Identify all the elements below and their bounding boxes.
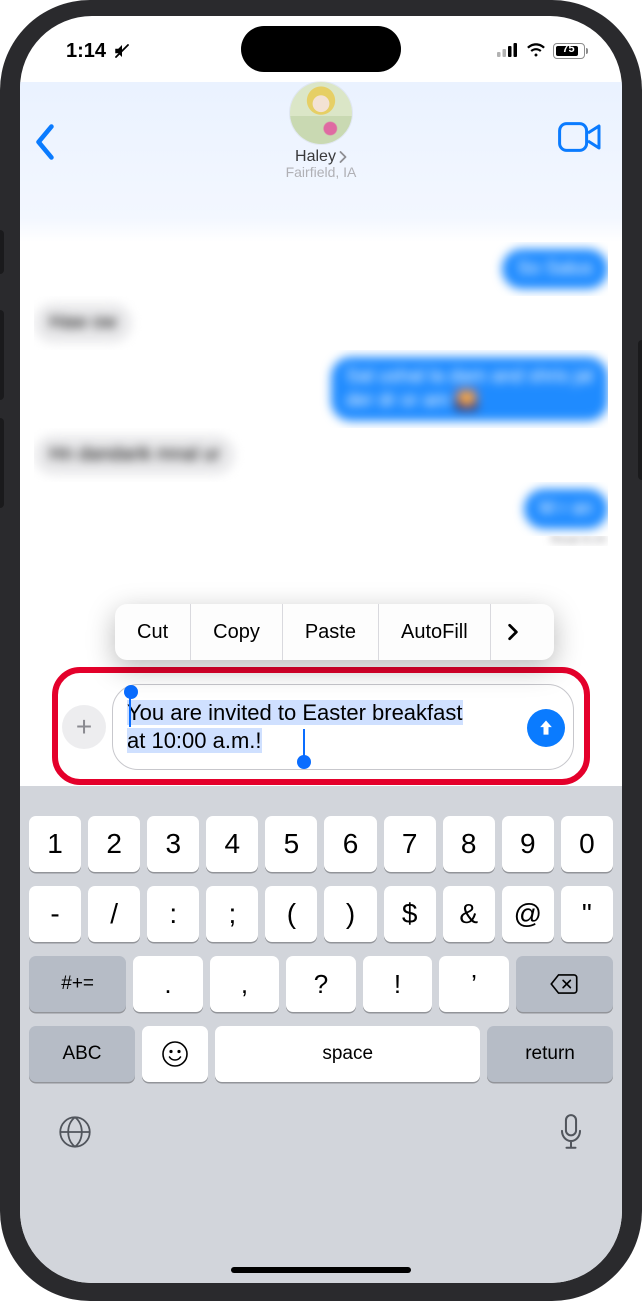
back-button[interactable] (34, 124, 56, 165)
keyboard-bottom-bar (20, 1096, 622, 1157)
key-8[interactable]: 8 (443, 816, 495, 872)
cellular-icon (497, 40, 519, 63)
selection-end-handle[interactable] (297, 755, 311, 769)
side-button-vol-up (0, 310, 4, 400)
silent-mode-icon (112, 42, 132, 60)
screen: 1:14 75 (20, 16, 622, 1283)
key-1[interactable]: 1 (29, 816, 81, 872)
key-0[interactable]: 0 (561, 816, 613, 872)
edit-menu-paste[interactable]: Paste (283, 604, 379, 660)
key-question[interactable]: ? (286, 956, 355, 1012)
key-apostrophe[interactable]: ’ (439, 956, 508, 1012)
edit-menu-cut[interactable]: Cut (115, 604, 191, 660)
key-2[interactable]: 2 (88, 816, 140, 872)
key-colon[interactable]: : (147, 886, 199, 942)
contact-avatar[interactable] (290, 82, 352, 144)
contact-location-label: Fairfield, IA (20, 164, 622, 180)
message-input[interactable]: You are invited to Easter breakfast at 1… (112, 684, 574, 770)
key-5[interactable]: 5 (265, 816, 317, 872)
key-period[interactable]: . (133, 956, 202, 1012)
status-time: 1:14 (66, 40, 106, 63)
dynamic-island (241, 26, 401, 72)
sent-message-bubble[interactable]: M r an (524, 489, 608, 529)
send-button[interactable] (527, 709, 565, 747)
key-slash[interactable]: / (88, 886, 140, 942)
key-6[interactable]: 6 (324, 816, 376, 872)
sent-message-bubble[interactable]: So Salus (502, 249, 608, 289)
message-input-text[interactable]: You are invited to Easter breakfast at 1… (127, 699, 463, 755)
key-exclaim[interactable]: ! (363, 956, 432, 1012)
wifi-icon (525, 40, 547, 63)
home-indicator[interactable] (231, 1267, 411, 1273)
key-9[interactable]: 9 (502, 816, 554, 872)
received-message-bubble[interactable]: Hn dandarik mnal ur (34, 435, 235, 475)
key-at[interactable]: @ (502, 886, 554, 942)
selected-text-line2: at 10:00 a.m.! (127, 728, 262, 753)
key-abc-mode[interactable]: ABC (29, 1026, 135, 1082)
key-amp[interactable]: & (443, 886, 495, 942)
message-status-label: Read 8:24 (551, 536, 606, 546)
battery-percent: 75 (554, 43, 584, 55)
key-rparen[interactable]: ) (324, 886, 376, 942)
battery-icon: 75 (553, 43, 589, 59)
key-space[interactable]: space (215, 1026, 480, 1082)
selected-text-line1: You are invited to Easter breakfast (127, 700, 463, 725)
phone-chrome: 1:14 75 (0, 0, 642, 1301)
key-dollar[interactable]: $ (384, 886, 436, 942)
compose-area-highlight: + You are invited to Easter breakfast at… (52, 667, 590, 785)
edit-menu-more[interactable] (491, 604, 535, 660)
selection-caret-start (129, 697, 131, 727)
keyboard-row-1: 1 2 3 4 5 6 7 8 9 0 (20, 816, 622, 872)
dictation-mic-icon[interactable] (558, 1114, 584, 1155)
text-edit-menu: Cut Copy Paste AutoFill (115, 604, 554, 660)
facetime-video-button[interactable] (558, 122, 602, 157)
key-3[interactable]: 3 (147, 816, 199, 872)
side-button-power (638, 340, 642, 480)
key-comma[interactable]: , (210, 956, 279, 1012)
key-return[interactable]: return (487, 1026, 613, 1082)
add-attachment-button[interactable]: + (62, 705, 106, 749)
message-list[interactable]: So Salus Haw ow Sal ushal la dam and shr… (20, 242, 622, 552)
selection-start-handle[interactable] (124, 685, 138, 699)
keyboard: 1 2 3 4 5 6 7 8 9 0 - / : ; ( ) $ & @ (20, 786, 622, 1283)
conversation-header: Haley Fairfield, IA (20, 82, 622, 242)
key-symbols-mode[interactable]: #+= (29, 956, 126, 1012)
side-button-silence (0, 230, 4, 274)
key-quote[interactable]: " (561, 886, 613, 942)
sent-message-bubble[interactable]: Sal ushal la dam and shris jalder dr or … (331, 357, 608, 421)
key-delete[interactable] (516, 956, 613, 1012)
edit-menu-copy[interactable]: Copy (191, 604, 283, 660)
key-7[interactable]: 7 (384, 816, 436, 872)
side-button-vol-down (0, 418, 4, 508)
key-lparen[interactable]: ( (265, 886, 317, 942)
globe-keyboard-icon[interactable] (58, 1115, 92, 1154)
key-4[interactable]: 4 (206, 816, 258, 872)
keyboard-row-4: ABC space return (20, 1026, 622, 1082)
keyboard-row-3: #+= . , ? ! ’ (20, 956, 622, 1012)
key-dash[interactable]: - (29, 886, 81, 942)
key-semicolon[interactable]: ; (206, 886, 258, 942)
key-emoji[interactable] (142, 1026, 208, 1082)
edit-menu-autofill[interactable]: AutoFill (379, 604, 491, 660)
keyboard-row-2: - / : ; ( ) $ & @ " (20, 886, 622, 942)
received-message-bubble[interactable]: Haw ow (34, 303, 132, 343)
